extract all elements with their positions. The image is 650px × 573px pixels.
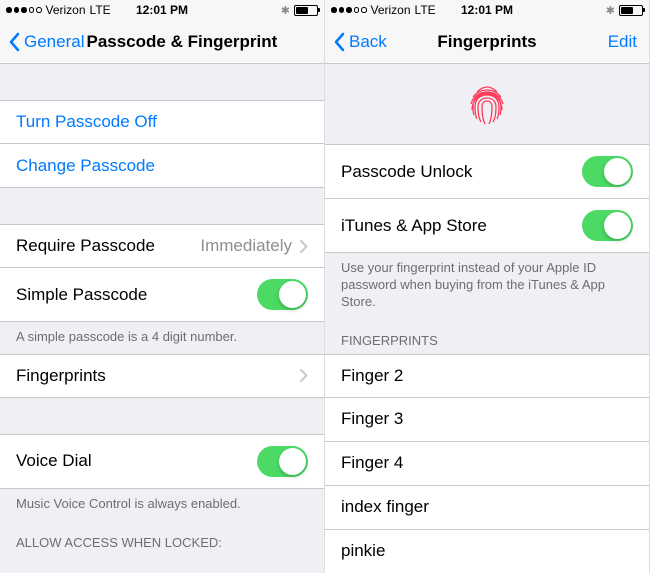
passcode-unlock-cell: Passcode Unlock <box>325 144 649 199</box>
fingerprints-label: Fingerprints <box>16 366 106 386</box>
require-passcode-value: Immediately <box>200 236 292 256</box>
bluetooth-icon: ✱ <box>606 4 615 17</box>
network-label: LTE <box>90 3 111 17</box>
clock-label: 12:01 PM <box>461 3 513 17</box>
fingerprint-item[interactable]: index finger <box>325 486 649 530</box>
bluetooth-icon: ✱ <box>281 4 290 17</box>
voice-dial-footer: Music Voice Control is always enabled. <box>0 489 324 521</box>
nav-bar: Back Fingerprints Edit <box>325 20 649 64</box>
back-label: Back <box>349 32 387 52</box>
back-button[interactable]: General <box>8 32 84 52</box>
chevron-right-icon <box>300 240 308 253</box>
edit-button[interactable]: Edit <box>608 32 637 52</box>
voice-dial-cell: Voice Dial <box>0 434 324 489</box>
back-button[interactable]: Back <box>333 32 387 52</box>
require-passcode-label: Require Passcode <box>16 236 155 256</box>
itunes-store-toggle[interactable] <box>582 210 633 241</box>
chevron-right-icon <box>300 369 308 382</box>
nav-title: Passcode & Fingerprint <box>86 32 277 52</box>
fingerprint-item[interactable]: pinkie <box>325 530 649 573</box>
fingerprints-screen: Verizon LTE 12:01 PM ✱ Back Fingerprints… <box>325 0 650 573</box>
status-bar: Verizon LTE 12:01 PM ✱ <box>325 0 649 20</box>
network-label: LTE <box>415 3 436 17</box>
itunes-store-cell: iTunes & App Store <box>325 199 649 253</box>
clock-label: 12:01 PM <box>136 3 188 17</box>
battery-icon <box>619 5 643 16</box>
voice-dial-label: Voice Dial <box>16 451 92 471</box>
fingerprint-name: Finger 4 <box>341 453 403 473</box>
battery-icon <box>294 5 318 16</box>
fingerprint-icon <box>465 82 509 126</box>
passcode-unlock-toggle[interactable] <box>582 156 633 187</box>
back-label: General <box>24 32 84 52</box>
settings-content: Turn Passcode Off Change Passcode Requir… <box>0 64 324 556</box>
fingerprints-cell[interactable]: Fingerprints <box>0 354 324 398</box>
signal-strength-icon <box>331 7 367 13</box>
fingerprint-item[interactable]: Finger 2 <box>325 354 649 398</box>
carrier-label: Verizon <box>46 3 86 17</box>
simple-passcode-label: Simple Passcode <box>16 285 147 305</box>
change-passcode-label: Change Passcode <box>16 156 155 176</box>
simple-passcode-toggle[interactable] <box>257 279 308 310</box>
itunes-footer: Use your fingerprint instead of your App… <box>325 253 649 319</box>
nav-bar: General Passcode & Fingerprint <box>0 20 324 64</box>
status-bar: Verizon LTE 12:01 PM ✱ <box>0 0 324 20</box>
simple-passcode-footer: A simple passcode is a 4 digit number. <box>0 322 324 354</box>
fingerprints-section-header: FINGERPRINTS <box>325 319 649 354</box>
fingerprint-name: pinkie <box>341 541 385 561</box>
carrier-label: Verizon <box>371 3 411 17</box>
itunes-store-label: iTunes & App Store <box>341 216 487 236</box>
chevron-left-icon <box>8 32 20 52</box>
passcode-unlock-label: Passcode Unlock <box>341 162 472 182</box>
chevron-left-icon <box>333 32 345 52</box>
turn-passcode-off-label: Turn Passcode Off <box>16 112 157 132</box>
fingerprints-content: Passcode Unlock iTunes & App Store Use y… <box>325 64 649 573</box>
fingerprint-item[interactable]: Finger 4 <box>325 442 649 486</box>
allow-access-header: ALLOW ACCESS WHEN LOCKED: <box>0 521 324 556</box>
require-passcode-cell[interactable]: Require Passcode Immediately <box>0 224 324 268</box>
fingerprint-name: Finger 2 <box>341 366 403 386</box>
turn-passcode-off-cell[interactable]: Turn Passcode Off <box>0 100 324 144</box>
voice-dial-toggle[interactable] <box>257 446 308 477</box>
nav-title: Fingerprints <box>437 32 536 52</box>
signal-strength-icon <box>6 7 42 13</box>
fingerprint-hero <box>325 64 649 144</box>
passcode-settings-screen: Verizon LTE 12:01 PM ✱ General Passcode … <box>0 0 325 573</box>
fingerprint-name: index finger <box>341 497 429 517</box>
fingerprint-item[interactable]: Finger 3 <box>325 398 649 442</box>
fingerprint-name: Finger 3 <box>341 409 403 429</box>
simple-passcode-cell: Simple Passcode <box>0 268 324 322</box>
change-passcode-cell[interactable]: Change Passcode <box>0 144 324 188</box>
